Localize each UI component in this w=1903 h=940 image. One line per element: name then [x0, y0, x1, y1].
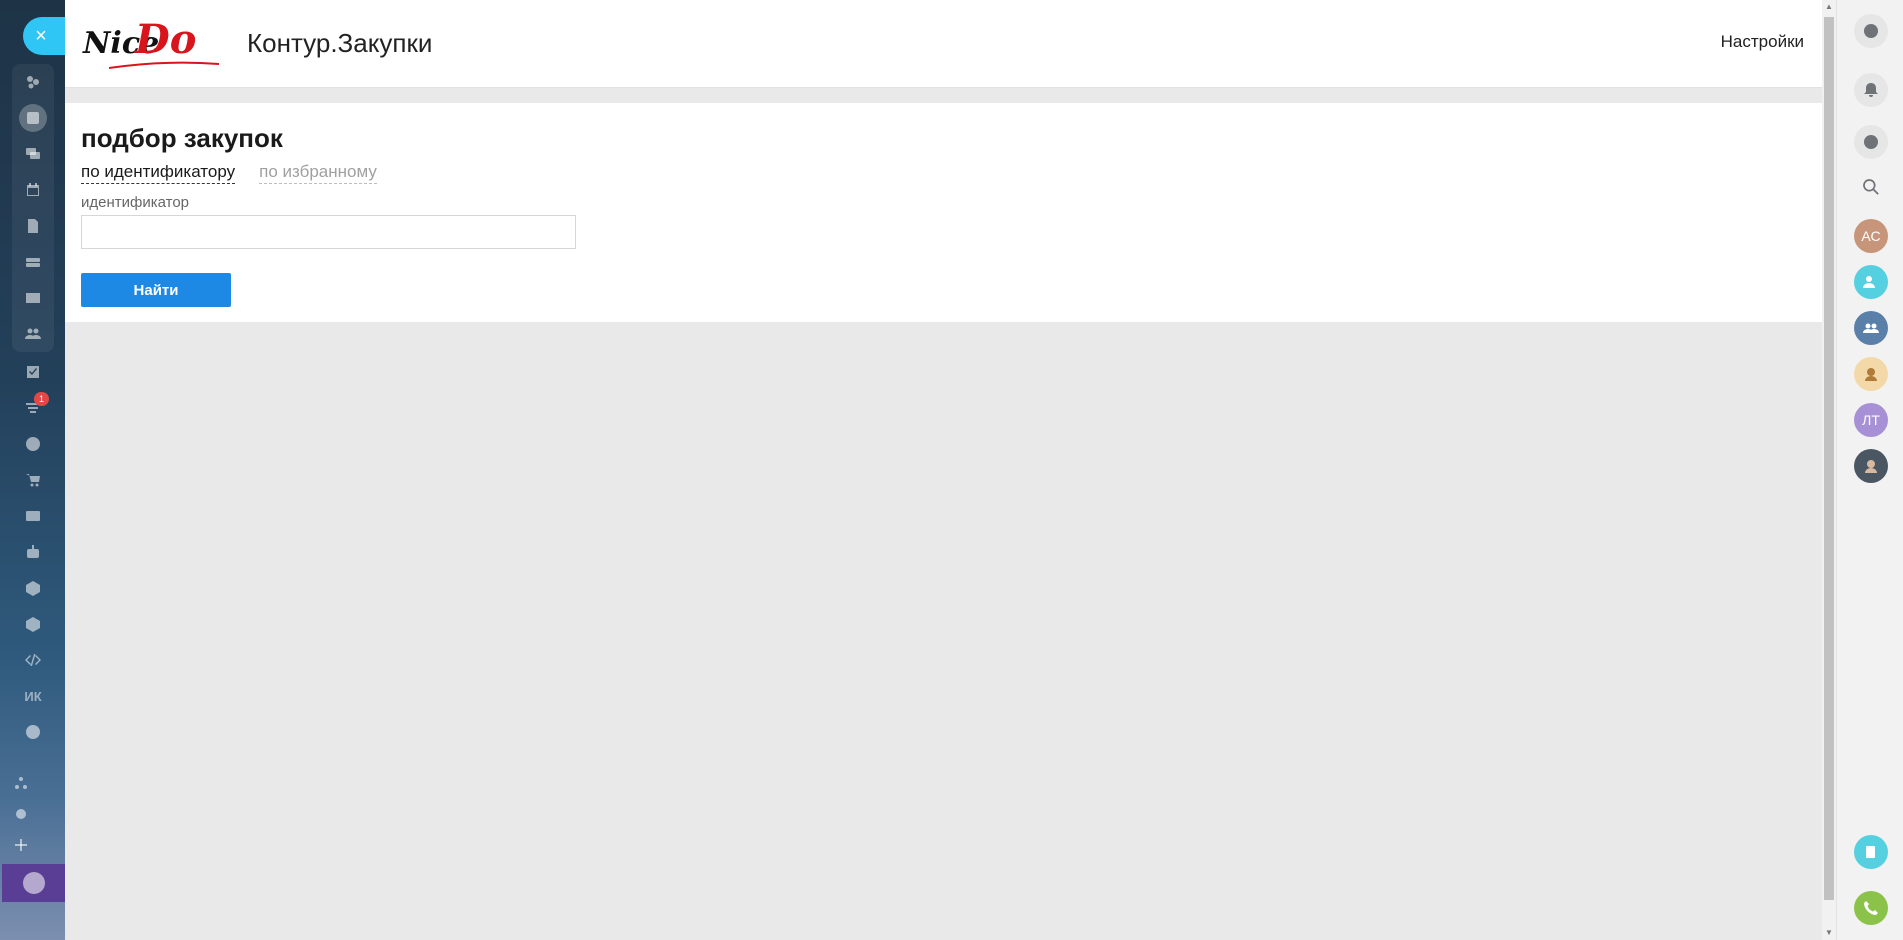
menu-item-ik-label: ИК: [24, 688, 42, 704]
app-title: Контур.Закупки: [247, 28, 433, 58]
menu-item-more[interactable]: [12, 714, 54, 750]
page-scrollbar[interactable]: ▲ ▼: [1822, 0, 1836, 940]
menu-item-sitemap[interactable]: [12, 774, 54, 805]
calendar-icon: [24, 181, 42, 199]
menu-item-settings[interactable]: [12, 805, 54, 836]
nicedo-logo: Nice Do: [81, 16, 221, 72]
feed-icon: [19, 104, 47, 132]
avatar-ac[interactable]: АС: [1854, 219, 1888, 253]
menu-item-box-2[interactable]: [12, 606, 54, 642]
code-icon: [24, 651, 42, 669]
avatar-ac-initials: АС: [1861, 228, 1881, 244]
sitemap-icon: [12, 774, 30, 792]
search-mode-tabs: по идентификатору по избранному: [81, 162, 1806, 184]
photo-avatar-icon: [1865, 460, 1877, 473]
menu-item-box[interactable]: [12, 570, 54, 606]
menu-item-crm[interactable]: 1: [12, 390, 54, 426]
group-icon: [1863, 323, 1879, 333]
marketing-icon: [24, 435, 42, 453]
contact-center-icon: [1866, 846, 1875, 858]
activity-stream-icon: [24, 73, 42, 91]
left-menu: 1 ИК: [12, 64, 54, 750]
menu-item-chat[interactable]: [12, 136, 54, 172]
tab-by-identifier[interactable]: по идентификатору: [81, 162, 236, 184]
chat-icon: [24, 145, 42, 163]
settings-link[interactable]: Настройки: [1721, 32, 1804, 52]
mail-icon: [24, 289, 42, 307]
menu-item-code[interactable]: [12, 642, 54, 678]
more-icon: [24, 723, 42, 741]
settings-icon: [12, 805, 30, 823]
bell-icon: [1864, 83, 1878, 97]
main-area: Nice Do Контур.Закупки Настройки подбор …: [65, 0, 1822, 940]
crown-icon: [22, 872, 45, 894]
search-panel: подбор закупок по идентификатору по избр…: [65, 103, 1822, 322]
menu-item-marketing[interactable]: [12, 426, 54, 462]
scroll-up-arrow-icon[interactable]: ▲: [1822, 0, 1836, 14]
left-sidebar: × 1 ИК: [0, 0, 65, 940]
avatar-lt-initials: ЛТ: [1862, 412, 1880, 428]
add-icon: [12, 836, 30, 854]
cartoon-avatar-icon: [1865, 368, 1877, 381]
menu-item-mail[interactable]: [12, 280, 54, 316]
menu-item-documents[interactable]: [12, 208, 54, 244]
box-icon: [24, 579, 42, 597]
documents-icon: [24, 217, 42, 235]
find-button[interactable]: Найти: [81, 273, 231, 307]
contact-center-button[interactable]: [1854, 835, 1888, 869]
phone-button[interactable]: [1854, 891, 1888, 925]
box-icon-2: [24, 615, 42, 633]
menu-item-contact-card[interactable]: [12, 498, 54, 534]
menu-item-tasks[interactable]: [12, 354, 54, 390]
menu-item-activity[interactable]: [12, 64, 54, 100]
logo-word-do: Do: [135, 15, 197, 63]
user-schedule-button[interactable]: [1854, 265, 1888, 299]
tab-by-favorites[interactable]: по избранному: [259, 162, 377, 184]
close-menu-button[interactable]: ×: [23, 17, 65, 55]
scroll-down-arrow-icon[interactable]: ▼: [1822, 926, 1836, 940]
logo-swoosh: [109, 61, 219, 69]
robot-icon: [24, 543, 42, 561]
tasks-icon: [24, 363, 42, 381]
left-bottom-tools: [12, 774, 54, 867]
drive-icon: [24, 253, 42, 271]
app-header: Nice Do Контур.Закупки Настройки: [65, 0, 1822, 88]
menu-item-robot[interactable]: [12, 534, 54, 570]
menu-item-shop[interactable]: [12, 462, 54, 498]
menu-item-calendar[interactable]: [12, 172, 54, 208]
help-icon: [1864, 24, 1878, 38]
scrollbar-thumb[interactable]: [1824, 17, 1834, 900]
right-sidebar: АС ЛТ: [1836, 0, 1903, 940]
menu-item-groups[interactable]: [12, 316, 54, 352]
search-button[interactable]: [1854, 170, 1888, 204]
identifier-label: идентификатор: [81, 194, 190, 211]
help-button[interactable]: [1854, 14, 1888, 48]
identifier-input[interactable]: [81, 215, 576, 249]
menu-item-drive[interactable]: [12, 244, 54, 280]
messages-button[interactable]: [1854, 125, 1888, 159]
shop-icon: [24, 471, 42, 489]
menu-item-feed[interactable]: [12, 100, 54, 136]
message-icon: [1864, 135, 1878, 149]
phone-icon: [1864, 901, 1878, 915]
crm-counter-badge: 1: [34, 392, 49, 406]
contact-card-icon: [24, 507, 42, 525]
menu-item-add[interactable]: [12, 836, 54, 867]
page-title: подбор закупок: [81, 123, 283, 153]
menu-item-ik[interactable]: ИК: [12, 678, 54, 714]
notifications-button[interactable]: [1854, 73, 1888, 107]
avatar-photo-user[interactable]: [1854, 449, 1888, 483]
avatar-cartoon-user[interactable]: [1854, 357, 1888, 391]
user-clock-icon: [1863, 276, 1875, 288]
avatar-lt[interactable]: ЛТ: [1854, 403, 1888, 437]
search-icon: [1863, 179, 1879, 195]
profile-button[interactable]: [2, 864, 65, 902]
group-chat-button[interactable]: [1854, 311, 1888, 345]
groups-icon: [24, 325, 42, 343]
